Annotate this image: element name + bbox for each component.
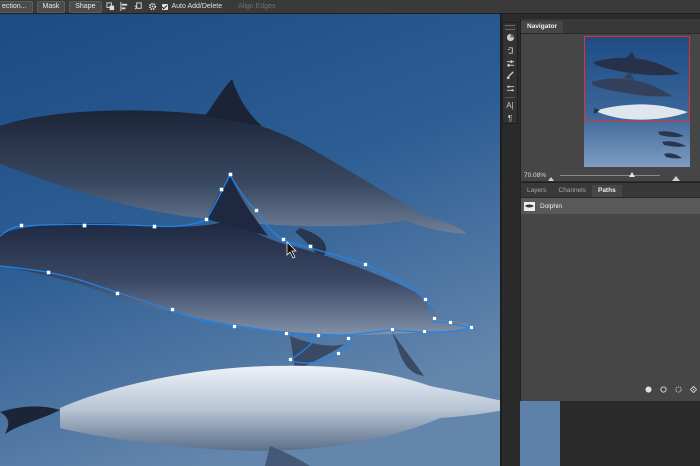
tab-navigator[interactable]: Navigator <box>521 21 563 33</box>
tab-channels[interactable]: Channels <box>553 185 592 197</box>
make-work-path-icon[interactable] <box>690 385 697 393</box>
navigator-thumbnail[interactable] <box>584 36 690 167</box>
paragraph-icon[interactable]: ¶ <box>505 113 515 123</box>
path-thumbnail <box>524 201 535 211</box>
panel-dock: A| ¶ <box>502 22 518 124</box>
navigator-tabbar: Navigator <box>521 19 700 34</box>
tab-paths[interactable]: Paths <box>591 185 622 197</box>
options-bar: ection... Mask Shape Auto Add/Delete Ali… <box>0 0 700 14</box>
zoom-value[interactable]: 70.08% <box>524 172 546 179</box>
zoom-slider[interactable] <box>560 171 660 177</box>
color-wheel-icon[interactable] <box>505 33 515 43</box>
character-icon[interactable]: A| <box>505 101 515 111</box>
path-alignment-icon[interactable] <box>120 2 130 12</box>
document-canvas[interactable] <box>0 14 500 466</box>
navigator-panel: Navigator 70.08% <box>520 19 700 181</box>
canvas-bottom-right <box>520 400 700 466</box>
path-name[interactable]: Dolphin <box>540 203 562 210</box>
shape-button[interactable]: Shape <box>69 0 102 13</box>
path-item-dolphin[interactable]: Dolphin <box>521 198 700 214</box>
zoom-in-icon[interactable] <box>672 173 680 181</box>
load-selection-icon[interactable] <box>675 385 682 393</box>
brush-icon[interactable] <box>505 71 515 81</box>
path-arrangement-icon[interactable] <box>134 2 144 12</box>
zoom-slider-knob[interactable] <box>629 171 635 177</box>
gear-icon[interactable] <box>148 2 158 12</box>
history-icon[interactable] <box>505 46 515 56</box>
path-operations-icon[interactable] <box>106 2 116 12</box>
zoom-out-icon[interactable] <box>548 173 554 181</box>
navigator-zoom-bar: 70.08% <box>521 169 700 181</box>
fill-path-icon[interactable] <box>645 385 652 393</box>
align-edges-label: Align Edges <box>238 3 276 10</box>
dock-grip[interactable] <box>505 25 515 30</box>
auto-add-delete-label: Auto Add/Delete <box>171 3 223 10</box>
mask-button[interactable]: Mask <box>36 0 66 13</box>
auto-add-delete-checkbox[interactable] <box>161 3 168 10</box>
properties-icon[interactable] <box>505 84 515 94</box>
paths-panel: Layers Channels Paths Dolphin <box>520 182 700 401</box>
adjustments-icon[interactable] <box>505 58 515 68</box>
dock-separator <box>505 96 515 98</box>
stroke-path-icon[interactable] <box>660 385 667 393</box>
tab-layers[interactable]: Layers <box>521 185 553 197</box>
selection-button[interactable]: ection... <box>0 0 33 13</box>
layers-channels-paths-tabbar: Layers Channels Paths <box>521 183 700 198</box>
paths-panel-footer <box>521 377 700 401</box>
